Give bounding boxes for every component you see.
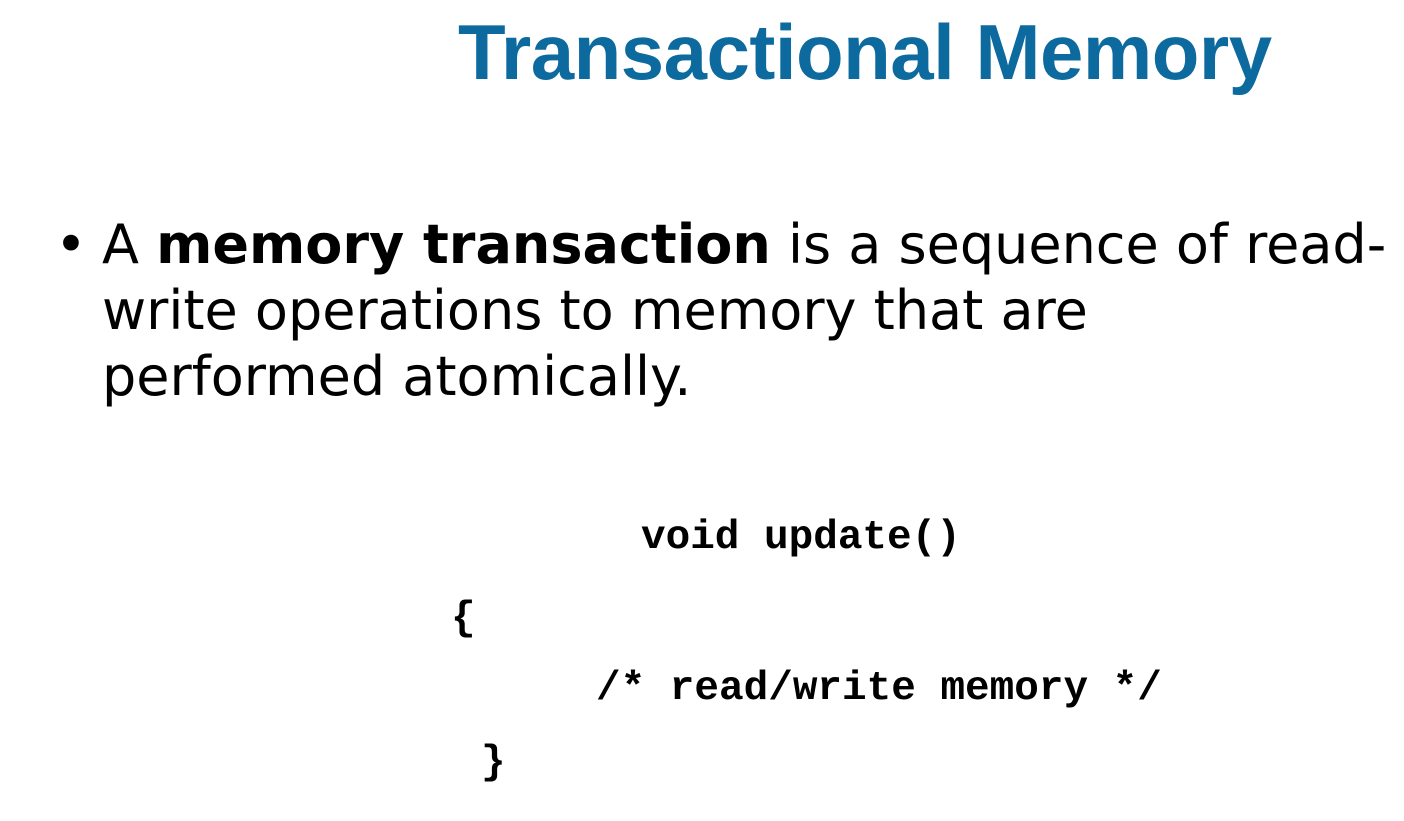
bullet-line-2: write operations to memory that are xyxy=(102,279,1088,342)
code-line-comment: /* read/write memory */ xyxy=(596,666,1162,712)
bold-term: memory transaction xyxy=(156,213,771,276)
bullet-marker: • xyxy=(55,213,87,276)
code-line-open-brace: { xyxy=(451,596,476,642)
bullet-line-1-rest: is a sequence of read- xyxy=(770,213,1387,276)
slide: Transactional Memory • A memory transact… xyxy=(0,0,1404,821)
code-line-close-brace: } xyxy=(481,740,506,786)
bullet-prefix: A xyxy=(102,213,157,276)
bullet-line-1: A memory transaction is a sequence of re… xyxy=(102,212,1402,278)
bullet-line-3: performed atomically. xyxy=(102,345,692,408)
bullet-text: A memory transaction is a sequence of re… xyxy=(102,212,1402,410)
code-line-signature: void update() xyxy=(641,515,961,561)
slide-title: Transactional Memory xyxy=(458,8,1272,96)
